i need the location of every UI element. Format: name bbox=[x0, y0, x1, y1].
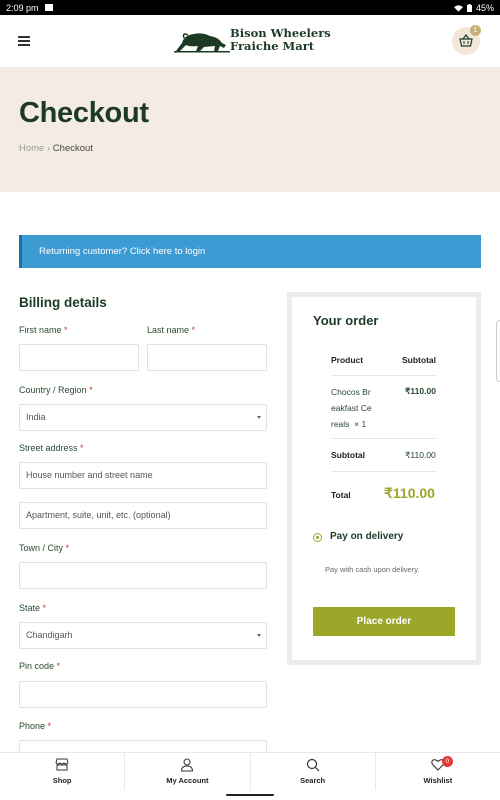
dropdown-arrow-icon bbox=[257, 416, 261, 419]
status-time: 2:09 pm bbox=[6, 2, 39, 13]
battery-level: 45% bbox=[475, 2, 494, 13]
nav-search[interactable]: Search bbox=[251, 753, 376, 790]
order-summary: Your order Product Subtotal Chocos Br ea… bbox=[287, 292, 481, 665]
page-hero: Checkout Home › Checkout bbox=[0, 67, 500, 192]
status-bar: 2:09 pm 45% bbox=[0, 0, 500, 15]
order-title: Your order bbox=[313, 313, 379, 328]
bottom-navigation: Shop My Account Search 0 Wishlist bbox=[0, 752, 500, 790]
phone-field[interactable] bbox=[19, 740, 267, 752]
first-name-label: First name * bbox=[19, 325, 68, 335]
logo-text: Bison Wheelers Fraiche Mart bbox=[230, 26, 331, 53]
basket-icon bbox=[459, 34, 473, 47]
nav-account[interactable]: My Account bbox=[125, 753, 251, 790]
wifi-icon bbox=[453, 4, 463, 12]
breadcrumb-separator: › bbox=[46, 143, 51, 154]
order-item-qty: × 1 bbox=[354, 419, 367, 429]
street-address-field[interactable]: House number and street name bbox=[19, 462, 267, 489]
image-notification-icon bbox=[44, 4, 53, 11]
wishlist-count-badge: 0 bbox=[441, 756, 453, 767]
bison-logo-icon bbox=[174, 33, 230, 53]
site-logo[interactable]: Bison Wheelers Fraiche Mart bbox=[174, 25, 334, 57]
divider bbox=[331, 471, 437, 472]
last-name-field[interactable] bbox=[147, 344, 267, 371]
breadcrumb-home[interactable]: Home bbox=[19, 143, 44, 154]
billing-title: Billing details bbox=[19, 295, 107, 310]
page-title: Checkout bbox=[19, 97, 149, 129]
nav-account-label: My Account bbox=[166, 776, 209, 785]
divider bbox=[331, 375, 437, 376]
country-value: India bbox=[26, 412, 46, 422]
place-order-button[interactable]: Place order bbox=[313, 607, 455, 636]
site-header: Bison Wheelers Fraiche Mart 1 bbox=[0, 15, 500, 67]
payment-method-label[interactable]: Pay on delivery bbox=[330, 531, 403, 542]
cart-count-badge: 1 bbox=[470, 25, 481, 36]
store-icon bbox=[55, 758, 69, 771]
phone-label: Phone * bbox=[19, 721, 52, 731]
search-icon bbox=[306, 758, 320, 772]
country-select[interactable]: India bbox=[19, 404, 267, 431]
nav-search-label: Search bbox=[300, 776, 326, 785]
nav-shop-label: Shop bbox=[52, 776, 72, 785]
street-label: Street address * bbox=[19, 443, 84, 453]
nav-wishlist[interactable]: 0 Wishlist bbox=[376, 753, 500, 790]
pay-on-delivery-radio[interactable] bbox=[313, 533, 322, 542]
menu-icon[interactable] bbox=[18, 36, 30, 46]
total-value: ₹110.00 bbox=[384, 485, 435, 501]
last-name-label: Last name * bbox=[147, 325, 196, 335]
subtotal-label: Subtotal bbox=[331, 450, 365, 460]
nav-wishlist-label: Wishlist bbox=[423, 776, 453, 785]
total-label: Total bbox=[331, 490, 351, 500]
nav-shop[interactable]: Shop bbox=[0, 753, 126, 790]
battery-icon bbox=[466, 3, 472, 12]
pin-code-label: Pin code * bbox=[19, 661, 61, 671]
product-column-header: Product bbox=[331, 355, 364, 365]
street-address-2-field[interactable]: Apartment, suite, unit, etc. (optional) bbox=[19, 502, 267, 529]
user-icon bbox=[181, 758, 194, 772]
state-label: State * bbox=[19, 603, 47, 613]
state-select[interactable]: Chandigarh bbox=[19, 622, 267, 649]
subtotal-column-header: Subtotal bbox=[402, 355, 436, 365]
city-field[interactable] bbox=[19, 562, 267, 589]
city-label: Town / City * bbox=[19, 543, 70, 553]
payment-description: Pay with cash upon delivery. bbox=[325, 565, 420, 574]
order-item-name: Chocos Br eakfast Ce reals × 1 bbox=[331, 387, 372, 429]
dropdown-arrow-icon bbox=[257, 634, 261, 637]
order-item-price: ₹110.00 bbox=[405, 386, 436, 396]
breadcrumb: Home › Checkout bbox=[19, 143, 93, 154]
pin-code-field[interactable] bbox=[19, 681, 267, 708]
first-name-field[interactable] bbox=[19, 344, 139, 371]
returning-customer-notice[interactable]: Returning customer? Click here to login bbox=[19, 235, 481, 268]
cart-button[interactable]: 1 bbox=[452, 25, 481, 55]
country-label: Country / Region * bbox=[19, 385, 93, 395]
system-navigation-bar bbox=[0, 790, 500, 800]
side-panel-handle[interactable] bbox=[496, 320, 500, 382]
divider bbox=[331, 438, 437, 439]
subtotal-value: ₹110.00 bbox=[405, 450, 436, 460]
home-gesture-handle[interactable] bbox=[226, 794, 274, 796]
breadcrumb-current: Checkout bbox=[52, 143, 93, 154]
state-value: Chandigarh bbox=[26, 630, 73, 640]
